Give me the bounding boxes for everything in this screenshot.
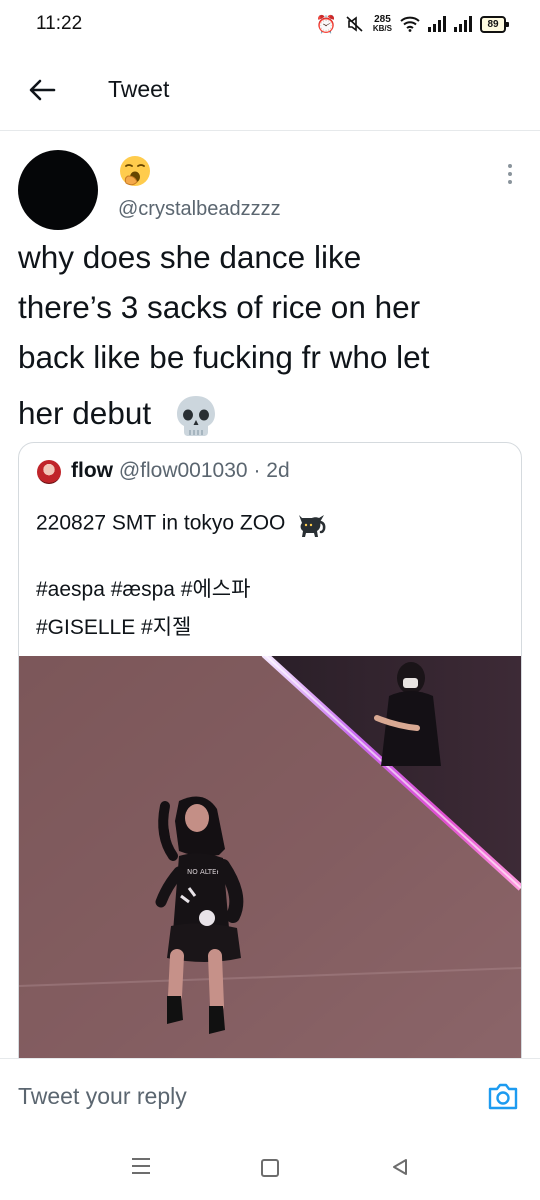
tweet-text: why does she dance like there’s 3 sacks … [18,232,523,439]
more-options-icon[interactable] [506,164,514,188]
battery-icon: 89 [480,15,509,33]
reply-bar: Tweet your reply [0,1058,540,1141]
avatar[interactable] [18,150,98,230]
mute-icon [346,16,363,32]
tweet-text-line: back like be fucking fr who let [18,339,430,375]
status-icons: ⏰ 285 KB/S 89 [315,10,509,38]
quoted-tweet-card[interactable]: flow @flow001030 · 2d 220827 SMT in toky… [18,442,522,1084]
back-triangle-icon[interactable] [390,1157,410,1177]
quoted-hashtags-line-1: #aespa #æspa #에스파 [36,578,251,601]
quoted-text: 220827 SMT in tokyo ZOO [36,511,286,535]
yawning-face-emoji[interactable] [118,154,152,188]
signal-strength-icon-2 [454,16,472,32]
network-speed-unit: KB/S [372,24,392,33]
quoted-timestamp: 2d [266,459,290,482]
wifi-icon [400,16,420,32]
quoted-text-line-1: 220827 SMT in tokyo ZOO [36,509,327,539]
quoted-display-name: flow [71,459,113,482]
svg-text:NO ALTER: NO ALTER [187,868,221,876]
signal-strength-icon [428,16,446,32]
quoted-hashtags-line-2: #GISELLE #지젤 [36,616,192,639]
quoted-header: flow @flow001030 · 2d [71,459,290,483]
quoted-handle: @flow001030 [118,459,248,482]
page-title: Tweet [108,76,170,102]
quoted-media-video[interactable]: NO ALTER [19,656,521,1083]
status-time: 11:22 [36,13,83,34]
camera-icon[interactable] [487,1081,519,1111]
quoted-separator: · [253,459,261,482]
author-handle[interactable]: @crystalbeadzzzz [118,198,281,221]
tweet-text-line-last: her debut [18,388,523,439]
reply-input[interactable]: Tweet your reply [18,1083,187,1110]
system-navigation-bar [0,1140,540,1200]
black-cat-emoji [299,515,326,537]
tweet-text-line: her debut [18,395,152,431]
top-app-bar: Tweet [0,52,540,131]
recents-menu-icon[interactable] [132,1158,150,1174]
alarm-icon: ⏰ [315,14,337,34]
skull-emoji [176,395,215,436]
tweet-text-line: there’s 3 sacks of rice on her [18,289,421,325]
status-bar: 11:22 ⏰ 285 KB/S 89 [0,0,540,48]
tweet-text-line: why does she dance like [18,239,362,275]
network-speed: 285 KB/S [372,14,392,34]
quoted-avatar[interactable] [37,460,61,484]
home-icon[interactable] [261,1159,279,1177]
arrow-left-icon[interactable] [26,74,58,106]
network-speed-value: 285 [374,14,391,25]
stage-performance-image: NO ALTER [19,656,521,1083]
